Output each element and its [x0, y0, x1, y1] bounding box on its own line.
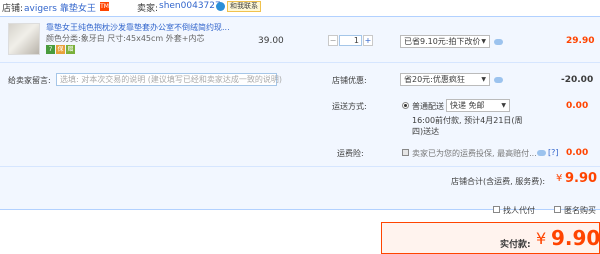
chevron-down-icon: ▼: [481, 76, 486, 83]
shop-promo-value: 省20元:优惠疯狂: [404, 75, 465, 84]
shipping-note-line2: 四)送达: [412, 127, 440, 136]
anonymous-label: 匿名购买: [564, 206, 596, 215]
actual-payment-currency: ¥: [536, 229, 547, 248]
actual-payment-label: 实付款:: [500, 240, 531, 250]
insurance-chat-icon[interactable]: [537, 150, 546, 156]
insurance-help-link[interactable]: [?]: [548, 148, 559, 157]
shop-total-label: 店铺合计(含运费, 服务费):: [451, 177, 546, 186]
item-discount-value: 已省9.10元:拍下改价: [404, 37, 481, 46]
item-price: 39.00: [258, 36, 284, 46]
divider: [0, 62, 600, 63]
item-title-link[interactable]: 靠垫女王纯色抱枕沙发靠垫套办公室不倒绒简约现...: [46, 22, 230, 33]
service-guarantee-icon: 保: [56, 45, 65, 54]
quantity-input[interactable]: 1: [339, 35, 362, 46]
item-sku: 颜色分类:象牙白 尺寸:45x45cm 外套+内芯: [46, 34, 205, 43]
memo-input[interactable]: 选填: 对本次交易的说明 (建议填写已经和卖家达成一致的说明): [56, 73, 282, 86]
chevron-down-icon: ▼: [481, 38, 486, 45]
anonymous-checkbox[interactable]: [554, 206, 561, 213]
shipping-method: 普通配送: [412, 102, 444, 111]
memo-placeholder: 选填: 对本次交易的说明 (建议填写已经和卖家达成一致的说明): [60, 75, 283, 84]
proxy-pay-checkbox[interactable]: [493, 206, 500, 213]
shop-total-value: 9.90: [565, 171, 598, 186]
shipping-option-value: 快递 免邮: [450, 101, 485, 110]
shop-promo-label: 店铺优惠:: [332, 76, 367, 85]
service-7day-icon: 7: [46, 45, 55, 54]
tmall-badge-icon: TM: [100, 2, 109, 11]
discount-chat-icon[interactable]: [494, 39, 503, 45]
promo-chat-icon[interactable]: [494, 77, 503, 83]
insurance-checkbox: [402, 149, 409, 156]
shipping-option-select[interactable]: 快递 免邮 ▼: [446, 99, 510, 112]
proxy-pay-label: 找人代付: [503, 206, 535, 215]
seller-label: 卖家:: [137, 4, 159, 14]
quantity-increase-button[interactable]: +: [363, 35, 373, 46]
memo-label: 给卖家留言:: [8, 76, 51, 85]
wangwang-icon[interactable]: [216, 2, 225, 11]
quantity-decrease-button[interactable]: −: [328, 35, 338, 46]
actual-payment-value: 9.90: [551, 226, 600, 250]
shop-promo-select[interactable]: 省20元:优惠疯狂 ▼: [400, 73, 490, 86]
shop-promo-amount: -20.00: [561, 75, 594, 85]
shop-total-currency: ¥: [556, 173, 563, 184]
shop-bar: 店铺: avigers 靠垫女王 TM 卖家: shen0043727 和我联系: [0, 0, 600, 14]
contact-seller-button[interactable]: 和我联系: [227, 1, 261, 12]
shop-name-link[interactable]: avigers 靠垫女王: [24, 1, 96, 14]
shipping-amount: 0.00: [566, 101, 589, 111]
item-discount-select[interactable]: 已省9.10元:拍下改价 ▼: [400, 35, 490, 48]
shipping-label: 运送方式:: [332, 102, 367, 111]
item-thumbnail[interactable]: [8, 23, 40, 55]
insurance-label: 运费险:: [337, 149, 364, 158]
item-subtotal: 29.90: [566, 36, 595, 46]
divider: [0, 166, 600, 167]
chevron-down-icon: ▼: [501, 102, 506, 109]
insurance-text: 卖家已为您的运费投保, 最高赔付...: [412, 149, 537, 158]
seller-id-link[interactable]: shen0043727: [159, 1, 221, 11]
service-gift-icon: 赠: [66, 45, 75, 54]
shop-label: 店铺:: [2, 4, 24, 14]
shipping-note-line1: 16:00前付款, 预计4月21日(周: [412, 116, 523, 125]
shipping-radio[interactable]: [402, 102, 409, 109]
insurance-amount: 0.00: [566, 148, 589, 158]
